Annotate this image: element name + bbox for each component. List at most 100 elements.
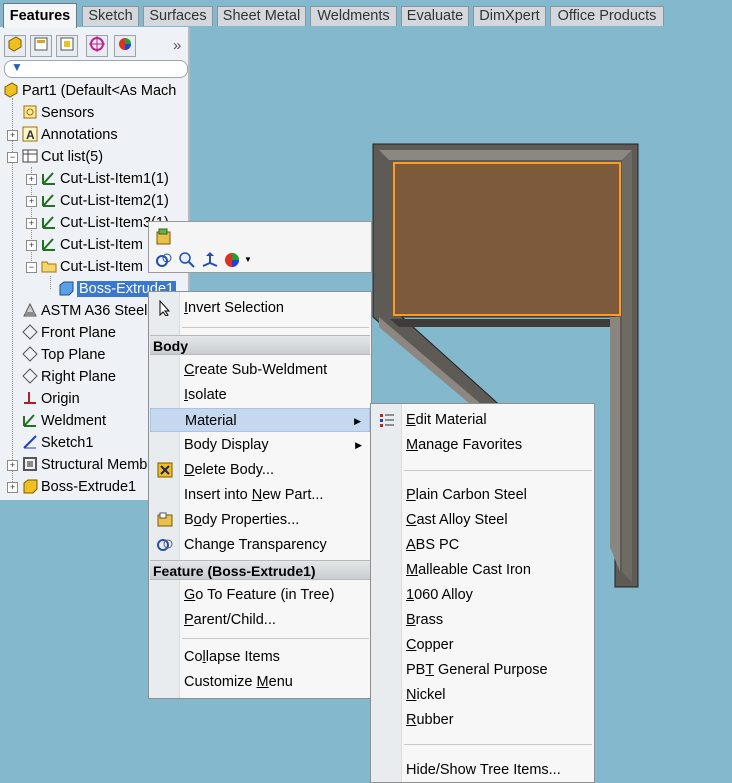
cut-item-label: Cut-List-Item bbox=[60, 237, 143, 253]
featuremanager-tab[interactable] bbox=[4, 35, 26, 57]
frame-bevel-top bbox=[379, 150, 632, 160]
menu-go-to-feature[interactable]: Go To Feature (in Tree) bbox=[150, 583, 370, 607]
submenu-material-item[interactable]: Rubber bbox=[372, 708, 593, 732]
cursor-icon bbox=[159, 300, 171, 316]
zoom-to-selection-icon[interactable] bbox=[178, 251, 196, 269]
material-submenu: Edit Material Manage Favorites Plain Car… bbox=[370, 403, 595, 783]
delete-icon bbox=[157, 462, 173, 478]
tree-cut-list-item-4[interactable]: Cut-List-Item bbox=[41, 234, 143, 256]
tab-evaluate[interactable]: Evaluate bbox=[401, 6, 469, 26]
transparency-icon bbox=[157, 539, 173, 551]
expand-cut-item-icon[interactable]: + bbox=[26, 174, 37, 185]
menu-collapse-items[interactable]: Collapse Items bbox=[150, 645, 370, 669]
tree-filter-input[interactable]: ▼ bbox=[4, 60, 188, 78]
submenu-material-item[interactable]: Plain Carbon Steel bbox=[372, 483, 593, 507]
collapse-cutlist-icon[interactable]: − bbox=[7, 152, 18, 163]
tab-sketch[interactable]: Sketch bbox=[82, 6, 139, 26]
submenu-material-item[interactable]: Malleable Cast Iron bbox=[372, 558, 593, 582]
expand-annotations-icon[interactable]: + bbox=[7, 130, 18, 141]
submenu-material-item[interactable]: 1060 Alloy bbox=[372, 583, 593, 607]
tree-origin[interactable]: Origin bbox=[22, 388, 80, 410]
tree-boss-label: Boss-Extrude1 bbox=[41, 479, 137, 495]
submenu-arrow-icon: ▶ bbox=[354, 416, 361, 426]
expand-structural-icon[interactable]: + bbox=[7, 460, 18, 471]
tree-material[interactable]: ASTM A36 Steel bbox=[22, 300, 147, 322]
propertymanager-tab[interactable] bbox=[30, 35, 52, 57]
structural-member-icon bbox=[23, 457, 37, 471]
collapse-cut-item-icon[interactable]: − bbox=[26, 262, 37, 273]
menu-header-feature: Feature (Boss-Extrude1) bbox=[150, 560, 370, 580]
menu-insert-into-new-part[interactable]: Insert into New Part... bbox=[150, 483, 370, 507]
menu-invert-selection[interactable]: Invert Selection bbox=[150, 296, 370, 320]
menu-isolate[interactable]: Isolate bbox=[150, 383, 370, 407]
cut-item-label: Cut-List-Item bbox=[60, 259, 143, 275]
submenu-material-item[interactable]: ABS PC bbox=[372, 533, 593, 557]
appearance-dropdown-chevron-icon[interactable]: ▼ bbox=[244, 255, 252, 264]
menu-customize-menu[interactable]: Customize Menu bbox=[150, 670, 370, 694]
tree-front-plane[interactable]: Front Plane bbox=[22, 322, 116, 344]
submenu-material-item[interactable]: Nickel bbox=[372, 683, 593, 707]
menu-body-display[interactable]: Body Display ▶ bbox=[150, 433, 370, 457]
cut-list-item-icon bbox=[42, 238, 55, 251]
appearance-icon bbox=[119, 38, 131, 50]
tab-features[interactable]: Features bbox=[3, 3, 77, 28]
tree-sketch1[interactable]: Sketch1 bbox=[22, 432, 93, 454]
submenu-edit-material[interactable]: Edit Material bbox=[372, 408, 593, 432]
appearance-dropdown-icon[interactable] bbox=[224, 251, 242, 269]
tab-dimxpert[interactable]: DimXpert bbox=[473, 6, 546, 26]
expand-cut-item-icon[interactable]: + bbox=[26, 240, 37, 251]
submenu-material-item[interactable]: PBT General Purpose bbox=[372, 658, 593, 682]
context-menu: Invert Selection Body Create Sub-Weldmen… bbox=[148, 291, 372, 699]
dimxpertmanager-tab[interactable] bbox=[86, 35, 108, 57]
propertymanager-icon bbox=[34, 37, 48, 51]
transparency-toolbar-icon[interactable] bbox=[155, 251, 173, 269]
solid-body-icon bbox=[59, 281, 74, 296]
sketch-icon bbox=[23, 435, 37, 449]
tree-sensors-label: Sensors bbox=[41, 105, 95, 121]
tree-annotations[interactable]: A Annotations bbox=[22, 124, 118, 146]
tree-structural-member[interactable]: Structural Memb bbox=[22, 454, 147, 476]
submenu-arrow-icon: ▶ bbox=[355, 440, 362, 450]
menu-change-transparency[interactable]: Change Transparency bbox=[150, 533, 370, 557]
menu-create-sub-weldment[interactable]: Create Sub-Weldment bbox=[150, 358, 370, 382]
more-tabs-chevron-icon[interactable]: » bbox=[173, 37, 181, 54]
tree-cut-list-item-2[interactable]: Cut-List-Item2(1) bbox=[41, 190, 169, 212]
expand-boss-icon[interactable]: + bbox=[7, 482, 18, 493]
tree-cut-list[interactable]: Cut list(5) bbox=[22, 146, 103, 168]
tree-top-plane[interactable]: Top Plane bbox=[22, 344, 106, 366]
menu-separator bbox=[404, 744, 592, 745]
filter-icon: ▼ bbox=[11, 60, 23, 74]
expand-cut-item-icon[interactable]: + bbox=[26, 196, 37, 207]
tree-cut-list-item-5[interactable]: Cut-List-Item bbox=[41, 256, 143, 278]
tab-weldments[interactable]: Weldments bbox=[310, 6, 397, 26]
tree-weldment-label: Weldment bbox=[41, 413, 107, 429]
submenu-material-item[interactable]: Cast Alloy Steel bbox=[372, 508, 593, 532]
displaymanager-tab[interactable] bbox=[114, 35, 136, 57]
menu-material[interactable]: Material ▶ bbox=[150, 408, 370, 432]
cut-list-item-icon bbox=[42, 194, 55, 207]
normal-to-icon[interactable] bbox=[201, 251, 219, 269]
tree-cut-list-item-1[interactable]: Cut-List-Item1(1) bbox=[41, 168, 169, 190]
tree-right-plane[interactable]: Right Plane bbox=[22, 366, 116, 388]
submenu-hide-show-tree-items[interactable]: Hide/Show Tree Items... bbox=[372, 758, 593, 782]
tree-part-root[interactable]: Part1 (Default<As Mach bbox=[3, 80, 176, 102]
tree-weldment[interactable]: Weldment bbox=[22, 410, 106, 432]
origin-icon bbox=[24, 392, 36, 404]
submenu-material-item[interactable]: Copper bbox=[372, 633, 593, 657]
submenu-material-item[interactable]: Brass bbox=[372, 608, 593, 632]
expand-cut-item-icon[interactable]: + bbox=[26, 218, 37, 229]
featuremanager-icon bbox=[8, 36, 22, 52]
tree-sensors[interactable]: Sensors bbox=[22, 102, 94, 124]
menu-parent-child[interactable]: Parent/Child... bbox=[150, 608, 370, 632]
tab-sheet-metal[interactable]: Sheet Metal bbox=[217, 6, 306, 26]
configurationmanager-tab[interactable] bbox=[56, 35, 78, 57]
tab-surfaces[interactable]: Surfaces bbox=[143, 6, 213, 26]
tree-annotations-label: Annotations bbox=[41, 127, 118, 143]
cut-item-label: Cut-List-Item2(1) bbox=[60, 193, 169, 209]
submenu-manage-favorites[interactable]: Manage Favorites bbox=[372, 433, 593, 457]
edit-material-toolbar-icon[interactable] bbox=[155, 228, 173, 246]
tab-office-products[interactable]: Office Products bbox=[550, 6, 664, 26]
menu-body-properties[interactable]: Body Properties... bbox=[150, 508, 370, 532]
menu-delete-body[interactable]: Delete Body... bbox=[150, 458, 370, 482]
tree-boss-extrude[interactable]: Boss-Extrude1 bbox=[22, 476, 136, 498]
